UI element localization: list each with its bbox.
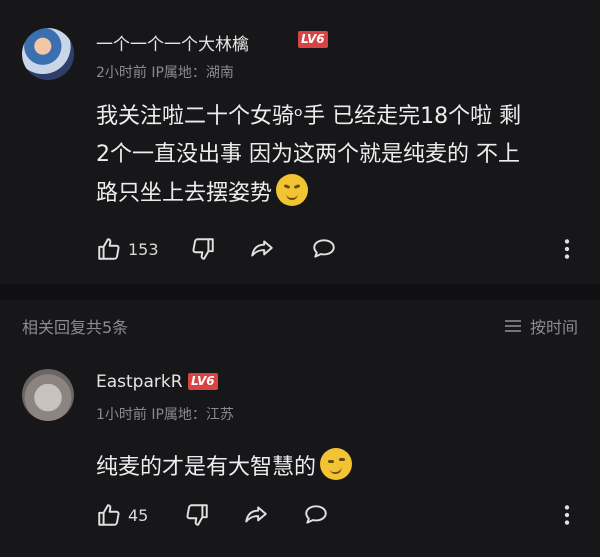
- dislike-button[interactable]: [190, 234, 216, 264]
- comment-text-line-last: 路只坐上去摆姿势: [96, 174, 586, 213]
- like-button[interactable]: 153: [96, 234, 159, 264]
- avatar[interactable]: [22, 28, 74, 80]
- laughing-crying-emoji: [276, 174, 309, 206]
- thumbs-down-icon: [186, 504, 208, 526]
- thumbs-up-icon: [98, 238, 120, 260]
- comment-text: 纯麦的才是有大智慧的: [96, 448, 586, 487]
- reply-button[interactable]: [310, 234, 338, 264]
- comment-meta: 2小时前 IP属地：湖南: [96, 65, 234, 81]
- replies-count-label: 相关回复共5条: [22, 318, 129, 337]
- like-count: 153: [128, 239, 159, 259]
- dislike-button[interactable]: [184, 500, 210, 530]
- replies-header: 相关回复共5条 按时间: [0, 300, 600, 348]
- share-icon: [251, 240, 273, 257]
- comment-text-line: 我关注啦二十个女骑ᵒ手 已经走完18个啦 剩: [96, 104, 522, 129]
- share-button[interactable]: [242, 500, 270, 530]
- comment-text-line: 2个一直没出事 因为这两个就是纯麦的 不上: [96, 142, 520, 167]
- thumbs-up-icon: [98, 504, 120, 526]
- level-badge: LV6: [188, 373, 218, 390]
- comment-bubble-icon: [305, 505, 327, 524]
- username[interactable]: EastparkR: [96, 372, 183, 392]
- smirk-emoji: [320, 448, 353, 480]
- comment-actions: 153: [0, 234, 600, 264]
- share-button[interactable]: [248, 234, 276, 264]
- more-vertical-icon: [564, 505, 570, 525]
- sort-label: 按时间: [529, 318, 578, 337]
- comment-actions: 45: [0, 500, 600, 530]
- more-options-button[interactable]: [560, 500, 574, 530]
- like-count: 45: [128, 505, 149, 525]
- avatar[interactable]: [22, 369, 74, 421]
- reply-button[interactable]: [302, 500, 330, 530]
- thumbs-down-icon: [192, 238, 214, 260]
- level-badge: LV6: [298, 31, 328, 48]
- comment-bubble-icon: [313, 239, 335, 258]
- sort-button[interactable]: 按时间: [504, 314, 578, 338]
- list-icon: [504, 320, 521, 332]
- section-divider: [0, 284, 600, 300]
- share-icon: [245, 506, 267, 523]
- more-vertical-icon: [564, 239, 570, 259]
- username[interactable]: 一个一个一个大林檎: [96, 30, 249, 55]
- like-button[interactable]: 45: [96, 500, 148, 530]
- comment-text-line: 纯麦的才是有大智慧的: [96, 455, 317, 480]
- comment-meta: 1小时前 IP属地：江苏: [96, 407, 234, 423]
- more-options-button[interactable]: [560, 234, 574, 264]
- comment-text: 我关注啦二十个女骑ᵒ手 已经走完18个啦 剩 2个一直没出事 因为这两个就是纯麦…: [96, 98, 586, 213]
